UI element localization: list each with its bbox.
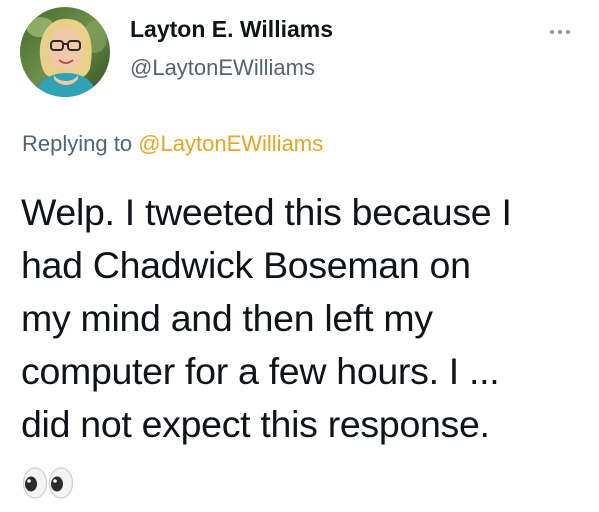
replying-to-label: Replying to bbox=[22, 131, 139, 156]
tweet-text-line: my mind and then left my bbox=[21, 297, 433, 339]
tweet-text-line: Welp. I tweeted this because I bbox=[21, 191, 512, 233]
tweet-text-line: computer for a few hours. I ... bbox=[21, 350, 500, 392]
more-options-button[interactable] bbox=[540, 20, 580, 44]
more-horizontal-icon bbox=[566, 30, 570, 34]
replying-to-line: Replying to @LaytonEWilliams bbox=[22, 131, 323, 157]
replying-to-handle-link[interactable]: @LaytonEWilliams bbox=[138, 131, 323, 156]
display-name[interactable]: Layton E. Williams bbox=[130, 16, 333, 43]
eyes-emoji-icon bbox=[22, 466, 74, 500]
username-handle[interactable]: @LaytonEWilliams bbox=[130, 55, 315, 81]
more-horizontal-icon bbox=[558, 30, 562, 34]
profile-photo-icon bbox=[20, 7, 110, 97]
tweet-card: Layton E. Williams @LaytonEWilliams Repl… bbox=[0, 0, 599, 512]
tweet-text-line: did not expect this response. bbox=[21, 403, 490, 445]
tweet-text-line: had Chadwick Boseman on bbox=[21, 244, 471, 286]
more-horizontal-icon bbox=[550, 30, 554, 34]
avatar[interactable] bbox=[20, 7, 110, 97]
tweet-text: Welp. I tweeted this because I had Chadw… bbox=[21, 186, 591, 451]
